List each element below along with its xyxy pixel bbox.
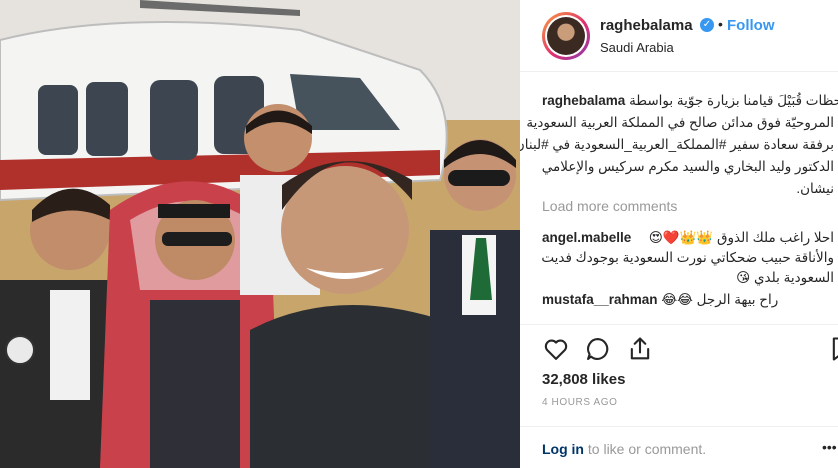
post-photo-illustration: [0, 0, 520, 468]
add-comment-bar: Log in to like or comment. •••: [520, 426, 838, 468]
more-options-icon[interactable]: •••: [822, 439, 837, 455]
caption-text-line-2: المروحيّة فوق مدائن صالح في المملكة العر…: [526, 115, 834, 130]
comment-text-line-3: السعودية بلدي 😘: [736, 270, 834, 285]
post-photo[interactable]: [0, 0, 520, 468]
caption-text-line-4: الدكتور وليد البخاري والسيد مكرم سركيس و…: [541, 159, 834, 174]
comment-bubble-icon[interactable]: [584, 335, 612, 363]
comment-text-line-1: راح بيهة الرجل 😂😂: [661, 292, 779, 307]
heart-icon[interactable]: [542, 335, 570, 363]
caption: raghebalama لحظات قُبَيْلَ قيامنا بزيارة…: [520, 90, 838, 200]
comment-item: angel.mabelle احلا راغب ملك الذوق 👑👑❤️😍 …: [541, 228, 834, 288]
post-side-panel: raghebalama ✓ • Follow Saudi Arabia ragh…: [520, 0, 838, 468]
post-header: raghebalama ✓ • Follow Saudi Arabia: [520, 0, 838, 72]
verified-badge-icon: ✓: [700, 18, 714, 32]
share-icon[interactable]: [626, 335, 654, 363]
comment-username[interactable]: mustafa__rahman: [542, 292, 658, 307]
caption-username[interactable]: raghebalama: [542, 93, 625, 108]
comment-text-line-2: والأناقة حبيب ضحكاتي نورت السعودية بوجود…: [541, 250, 834, 265]
comment-item: mustafa__rahman راح بيهة الرجل 😂😂: [542, 290, 834, 310]
caption-text-line-5: نيشان.: [796, 181, 834, 196]
separator-dot: •: [718, 16, 723, 32]
username-link[interactable]: raghebalama: [600, 17, 693, 34]
caption-text-line-3: برفقة سعادة سفير #المملكة_العربية_السعود…: [520, 137, 834, 152]
avatar-image: [547, 17, 585, 55]
avatar[interactable]: [542, 12, 590, 60]
likes-count[interactable]: 32,808 likes: [542, 371, 625, 388]
comment-first-line: mustafa__rahman راح بيهة الرجل 😂😂: [542, 290, 834, 310]
login-prompt-text: to like or comment.: [584, 441, 707, 457]
comment-first-line: angel.mabelle احلا راغب ملك الذوق 👑👑❤️😍: [542, 228, 834, 248]
avatar-ring: [545, 15, 587, 57]
load-more-comments-button[interactable]: Load more comments: [542, 198, 677, 214]
login-prompt: Log in to like or comment.: [542, 441, 706, 457]
comment-username[interactable]: angel.mabelle: [542, 230, 631, 245]
caption-first-line: raghebalama لحظات قُبَيْلَ قيامنا بزيارة…: [542, 90, 838, 112]
location-link[interactable]: Saudi Arabia: [600, 40, 674, 55]
comment-text-line-1: احلا راغب ملك الذوق 👑👑❤️😍: [648, 230, 834, 245]
caption-text-line-1: لحظات قُبَيْلَ قيامنا بزيارة جوّية بواسط…: [629, 93, 838, 108]
follow-button[interactable]: Follow: [727, 17, 775, 34]
comments-section: raghebalama لحظات قُبَيْلَ قيامنا بزيارة…: [520, 72, 838, 324]
login-link[interactable]: Log in: [542, 441, 584, 457]
post-timestamp[interactable]: 4 HOURS AGO: [542, 397, 618, 408]
bookmark-icon[interactable]: [828, 335, 838, 363]
